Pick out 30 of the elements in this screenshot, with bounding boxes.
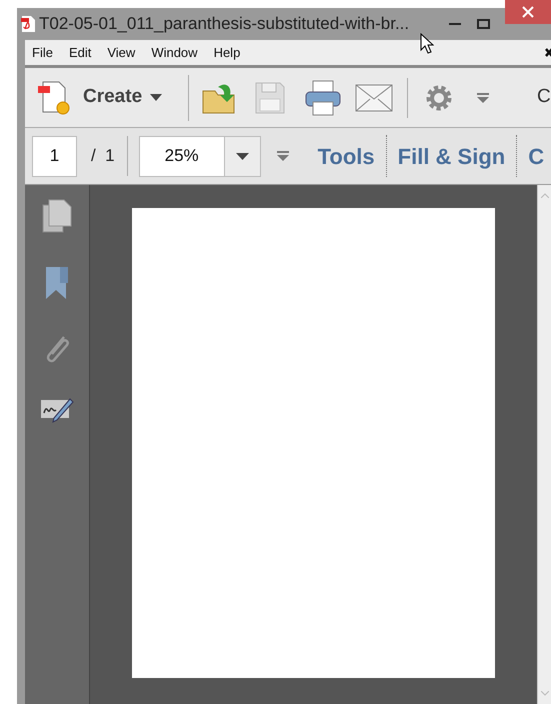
window-title: T02-05-01_011_paranthesis-substituted-with-br... [39,13,410,36]
create-button[interactable]: Create [83,83,162,112]
page-number-field[interactable]: 1 [32,136,77,176]
pane-tab[interactable]: C [528,140,544,172]
overflow-menu-icon[interactable] [276,151,289,161]
pages-icon[interactable] [42,199,72,233]
create-document-icon[interactable] [37,80,71,116]
menu-item[interactable]: Edit [68,42,92,62]
mouse-pointer-icon [420,33,434,54]
pane-tab[interactable]: Tools [318,140,375,172]
zoom-field[interactable]: 25% [138,136,261,176]
pane-tab[interactable]: Fill & Sign [398,140,506,172]
pdf-file-icon [21,16,35,32]
dropdown-arrow-icon[interactable] [236,152,249,160]
page-total: / 1 [91,145,115,168]
close-icon [522,6,534,18]
signature-icon[interactable] [40,397,74,425]
bookmark-icon[interactable] [44,265,70,299]
email-icon[interactable] [355,84,394,112]
close-document-icon[interactable] [545,47,551,58]
toolbar-label[interactable]: C [537,83,551,112]
settings-icon[interactable] [425,84,454,112]
menu-item[interactable]: Window [151,42,198,62]
caret-icon [150,94,162,101]
close-button[interactable] [505,0,551,24]
overflow-menu-icon[interactable] [477,92,490,102]
menu-item[interactable]: File [32,42,53,62]
menu-item[interactable]: Help [214,42,240,62]
print-icon[interactable] [305,80,342,116]
menu-item[interactable]: View [107,42,136,62]
